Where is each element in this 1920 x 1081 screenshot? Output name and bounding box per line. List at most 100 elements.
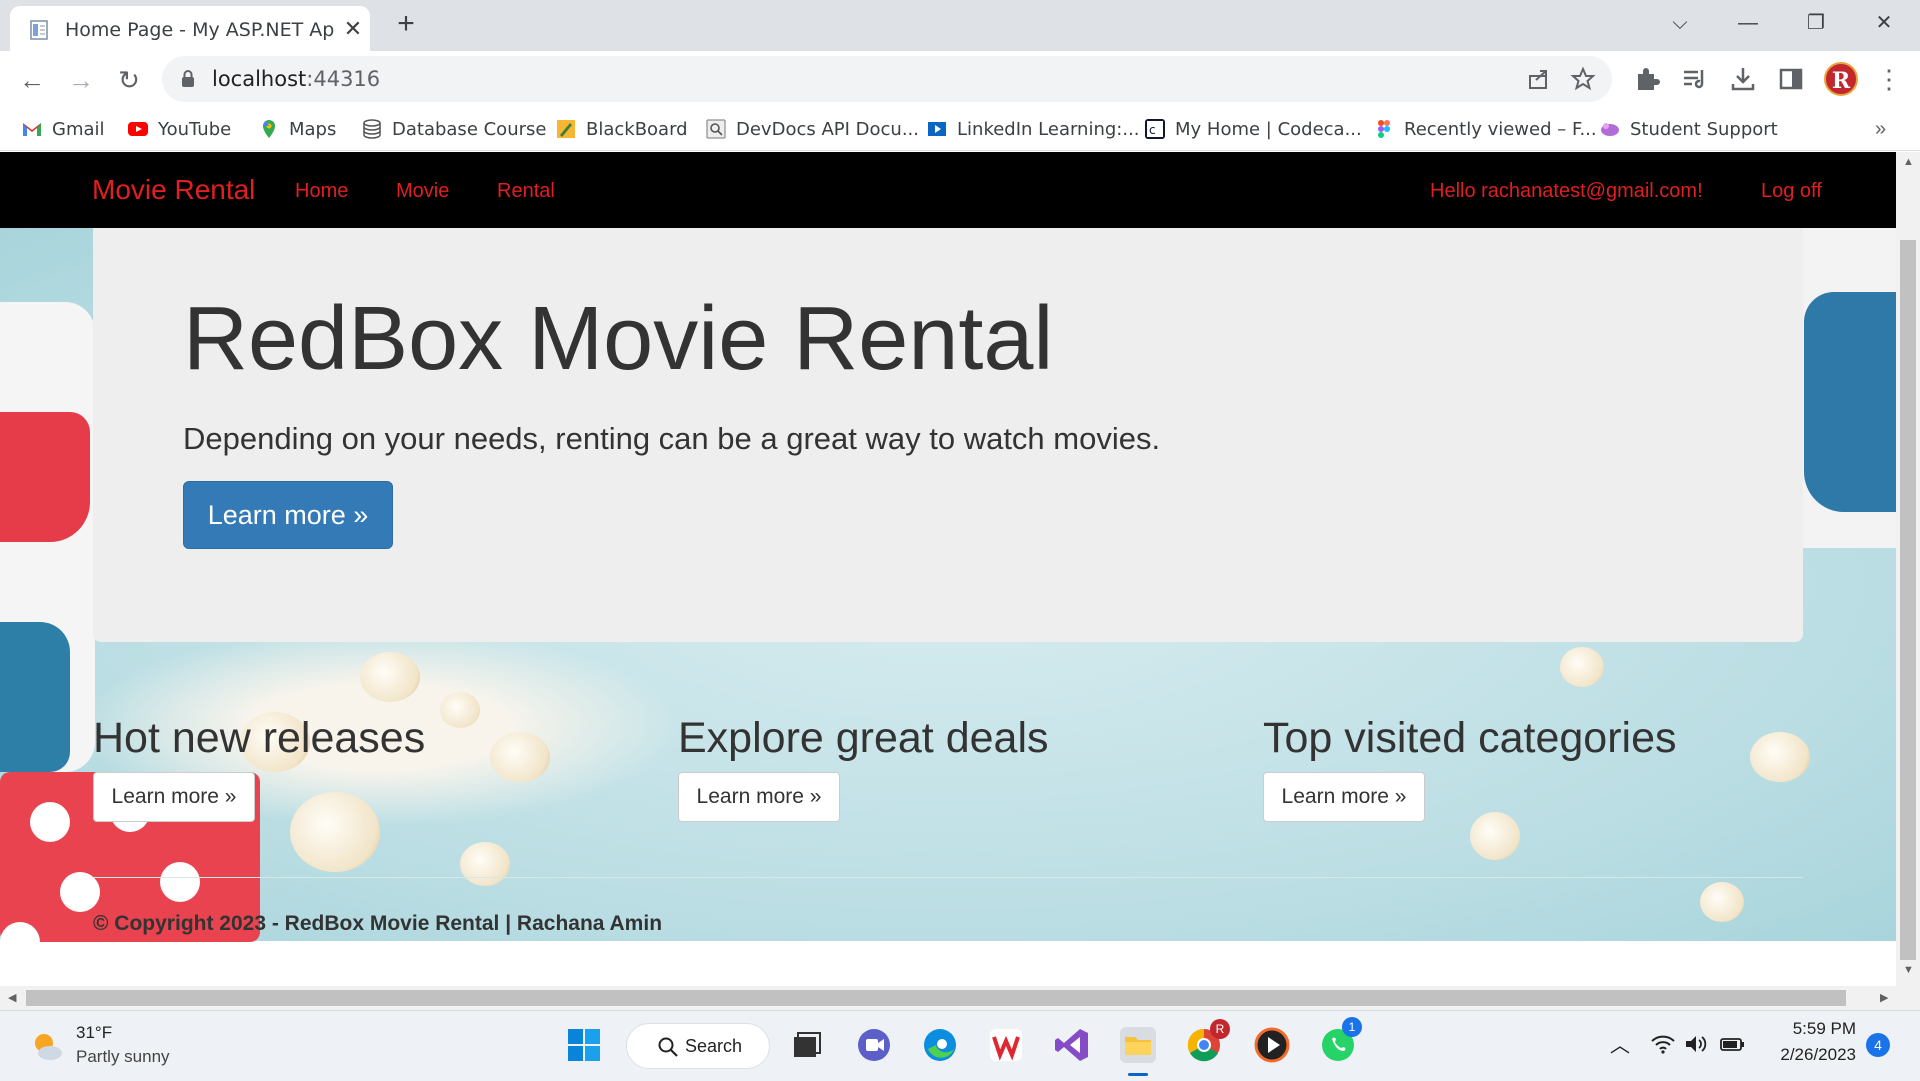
nav-movie-link[interactable]: Movie	[396, 180, 449, 203]
url-text[interactable]: localhost:44316	[212, 67, 380, 91]
codecademy-icon: c	[1145, 119, 1165, 139]
bookmark-linkedin-learning[interactable]: LinkedIn Learning:...	[927, 114, 1140, 144]
hot-new-releases-learn-more-button[interactable]: Learn more »	[93, 772, 255, 822]
bookmark-student-support[interactable]: Student Support	[1600, 114, 1778, 144]
volume-icon[interactable]	[1684, 1033, 1708, 1055]
popcorn-decoration	[1470, 812, 1520, 860]
download-icon[interactable]	[1728, 64, 1758, 94]
battery-icon[interactable]	[1718, 1033, 1746, 1055]
figma-icon	[1378, 120, 1390, 138]
blue-lens-right-decoration	[1804, 292, 1896, 512]
clock-date[interactable]: 2/26/2023	[1770, 1045, 1856, 1065]
profile-avatar[interactable]: R	[1824, 62, 1858, 96]
partly-sunny-icon[interactable]	[30, 1029, 64, 1063]
share-icon[interactable]	[1526, 66, 1552, 92]
bookmark-codecademy[interactable]: c My Home | Codeca...	[1145, 114, 1362, 144]
show-hidden-icons-chevron-up-icon[interactable]: ︿	[1610, 1029, 1630, 1058]
browser-menu-icon[interactable]: ⋮	[1876, 65, 1902, 95]
new-tab-button[interactable]: +	[392, 9, 420, 39]
search-icon	[658, 1037, 678, 1057]
popcorn-decoration	[360, 652, 420, 702]
task-view-icon[interactable]	[786, 1025, 826, 1065]
database-icon	[363, 119, 381, 139]
page-viewport: Movie Rental Home Movie Rental Hello rac…	[0, 152, 1896, 986]
notification-count-badge[interactable]: 4	[1866, 1033, 1890, 1057]
scroll-left-icon[interactable]: ◀	[8, 991, 16, 1004]
explore-great-deals-learn-more-button[interactable]: Learn more »	[678, 772, 840, 822]
bookmark-figma[interactable]: Recently viewed – F...	[1374, 114, 1597, 144]
weather-temperature[interactable]: 31°F	[76, 1023, 112, 1043]
clock-time[interactable]: 5:59 PM	[1770, 1019, 1856, 1039]
bookmark-maps[interactable]: Maps	[259, 114, 336, 144]
tab-strip: Home Page - My ASP.NET Applic ✕ + ⌵ — ❐ …	[0, 0, 1920, 51]
user-greeting-link[interactable]: Hello rachanatest@gmail.com!	[1430, 180, 1703, 203]
extensions-puzzle-icon[interactable]	[1632, 64, 1662, 94]
page-title: RedBox Movie Rental	[183, 289, 1054, 389]
address-bar[interactable]: localhost:44316	[162, 56, 1612, 102]
jumbotron-learn-more-button[interactable]: Learn more »	[183, 481, 393, 549]
media-player-icon[interactable]	[1252, 1025, 1292, 1065]
windows-taskbar: 31°F Partly sunny Search R 1 ︿ 5:59 PM 2…	[0, 1010, 1920, 1081]
file-explorer-icon[interactable]	[1118, 1025, 1158, 1065]
svg-text:c: c	[1149, 123, 1156, 137]
scroll-up-icon[interactable]: ▲	[1903, 156, 1914, 168]
search-label: Search	[685, 1036, 743, 1056]
site-navbar: Movie Rental Home Movie Rental Hello rac…	[0, 152, 1896, 228]
bookmark-devdocs[interactable]: DevDocs API Docu...	[706, 114, 919, 144]
visual-studio-icon[interactable]	[1052, 1025, 1092, 1065]
teams-chat-icon[interactable]	[854, 1025, 894, 1065]
page-icon	[30, 20, 48, 40]
scroll-right-icon[interactable]: ▶	[1880, 991, 1888, 1004]
scroll-down-icon[interactable]: ▼	[1903, 964, 1914, 976]
gmail-icon	[23, 123, 41, 136]
forward-button[interactable]: →	[64, 63, 98, 97]
weather-description[interactable]: Partly sunny	[76, 1047, 170, 1067]
column-title: Top visited categories	[1263, 714, 1677, 762]
bookmark-database-course[interactable]: Database Course	[362, 114, 546, 144]
popcorn-decoration	[1560, 647, 1604, 687]
vertical-scrollbar[interactable]: ▲ ▼	[1896, 152, 1920, 986]
close-tab-icon[interactable]: ✕	[341, 17, 365, 41]
horizontal-scrollbar[interactable]: ◀ ▶	[0, 986, 1920, 1010]
footer-divider	[93, 877, 1803, 878]
minimize-button[interactable]: —	[1728, 8, 1768, 38]
lock-icon	[182, 70, 194, 87]
column-title: Explore great deals	[678, 714, 1049, 762]
horizontal-scrollbar-thumb[interactable]	[26, 990, 1846, 1006]
nav-home-link[interactable]: Home	[295, 180, 348, 203]
vertical-scrollbar-thumb[interactable]	[1900, 240, 1916, 960]
restore-button[interactable]: ❐	[1796, 8, 1836, 38]
media-queue-icon[interactable]	[1680, 64, 1710, 94]
youtube-icon	[128, 122, 148, 136]
log-off-link[interactable]: Log off	[1761, 180, 1822, 203]
popcorn-decoration	[1750, 732, 1810, 782]
close-window-button[interactable]: ✕	[1864, 8, 1904, 38]
popcorn-decoration	[290, 792, 380, 872]
site-brand-link[interactable]: Movie Rental	[92, 174, 255, 206]
bookmark-star-icon[interactable]	[1570, 66, 1596, 92]
reload-button[interactable]: ↻	[112, 63, 146, 97]
bookmark-blackboard[interactable]: BlackBoard	[556, 114, 688, 144]
student-support-icon	[1601, 123, 1619, 136]
edge-browser-icon[interactable]	[920, 1025, 960, 1065]
browser-toolbar: ← → ↻ localhost:44316 R ⋮	[0, 51, 1920, 108]
taskbar-search[interactable]: Search	[626, 1023, 770, 1069]
bookmark-youtube[interactable]: YouTube	[128, 114, 231, 144]
active-app-indicator	[1128, 1073, 1148, 1076]
nav-rental-link[interactable]: Rental	[497, 180, 555, 203]
more-bookmarks-icon[interactable]: »	[1875, 118, 1886, 141]
popcorn-decoration	[490, 732, 550, 782]
windows-start-icon[interactable]	[564, 1025, 604, 1065]
wps-office-icon[interactable]	[986, 1025, 1026, 1065]
blue-lens-decoration	[0, 622, 70, 772]
footer-copyright: © Copyright 2023 - RedBox Movie Rental |…	[93, 912, 663, 935]
browser-tab[interactable]: Home Page - My ASP.NET Applic ✕	[10, 6, 370, 51]
side-panel-icon[interactable]	[1776, 64, 1806, 94]
tab-search-chevron-down-icon[interactable]: ⌵	[1660, 8, 1700, 38]
column-title: Hot new releases	[93, 714, 426, 762]
back-button[interactable]: ←	[15, 63, 49, 97]
bookmark-gmail[interactable]: Gmail	[22, 114, 105, 144]
top-visited-categories-learn-more-button[interactable]: Learn more »	[1263, 772, 1425, 822]
wifi-icon[interactable]	[1650, 1033, 1676, 1055]
maps-pin-icon	[263, 120, 275, 138]
